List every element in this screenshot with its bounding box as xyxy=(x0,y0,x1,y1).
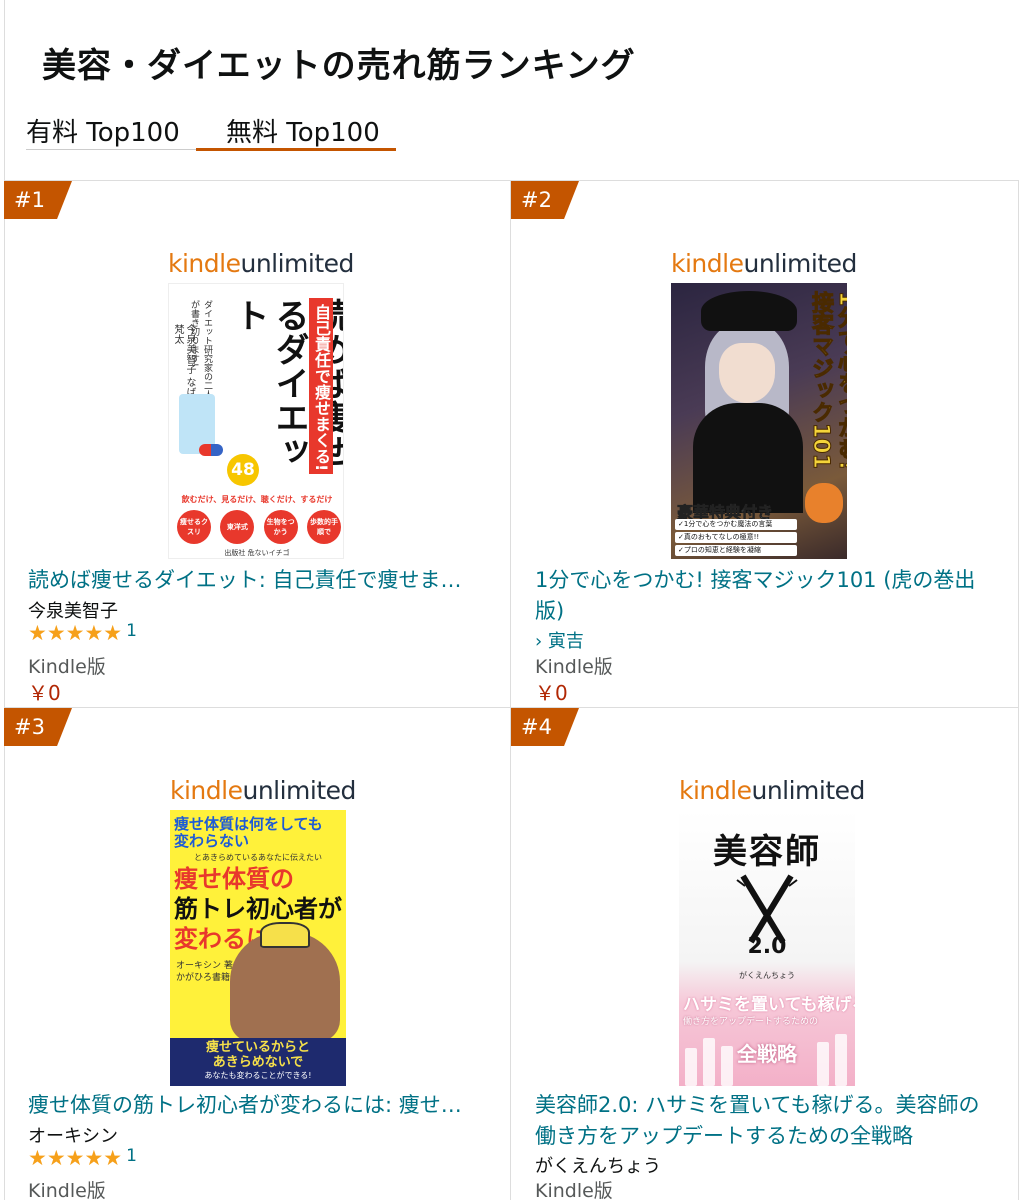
book-price: ￥0 xyxy=(28,681,61,705)
book-format: Kindle版 xyxy=(535,656,613,678)
review-count-link[interactable]: 1 xyxy=(126,621,137,641)
ranking-grid: #1 kindleunlimited 今泉美智子 なば梵太 ダイエット研究家の二… xyxy=(4,180,1019,1200)
book-author: がくえんちょう xyxy=(535,1156,661,1177)
book-author-link[interactable]: › 寅吉 xyxy=(535,627,584,653)
review-count-link[interactable]: 1 xyxy=(126,1146,137,1166)
rank-badge: #2 xyxy=(511,181,579,219)
book-cover-image: 美容師 2.0 がくえんちょう ハサミを置いても稼げる! 働き方を xyxy=(679,810,855,1086)
book-title-link[interactable]: 1分で心をつかむ! 接客マジック101 (虎の巻出 版) xyxy=(535,565,975,627)
rank-badge: #1 xyxy=(4,181,72,219)
book-author: オーキシン xyxy=(28,1126,118,1147)
book-cover-link[interactable]: kindleunlimited 1分で心をつかむ!接客マジック101 豪華特典付… xyxy=(671,249,861,559)
ranking-card: #3 kindleunlimited 痩せ体質は何をしても 変わらない とあきらめ… xyxy=(4,708,511,1200)
tab-paid-top100[interactable]: 有料 Top100 xyxy=(26,112,180,149)
book-title-link[interactable]: 痩せ体質の筋トレ初心者が変わるには: 痩せ… xyxy=(28,1090,462,1121)
kindle-unlimited-logo: kindleunlimited xyxy=(170,776,356,805)
ranking-card: #4 kindleunlimited 美容師 2.0 がくえんちょう ハサミを置… xyxy=(511,708,1019,1200)
star-rating[interactable]: ★★★★★ 1 xyxy=(28,1146,137,1170)
star-icons: ★★★★★ xyxy=(28,621,123,645)
ranking-card: #2 kindleunlimited 1分で心をつかむ!接客マジック101 豪華… xyxy=(511,181,1019,708)
tab-free-top100[interactable]: 無料 Top100 xyxy=(226,112,380,149)
ranking-card: #1 kindleunlimited 今泉美智子 なば梵太 ダイエット研究家の二… xyxy=(4,181,511,708)
book-cover-link[interactable]: kindleunlimited 痩せ体質は何をしても 変わらない とあきらめている… xyxy=(170,776,360,1086)
rank-badge: #3 xyxy=(4,708,72,746)
kindle-unlimited-logo: kindleunlimited xyxy=(168,249,354,278)
book-title-link[interactable]: 美容師2.0: ハサミを置いても稼げる。美容師の 働き方をアップデートするための全… xyxy=(535,1090,979,1152)
book-cover-link[interactable]: kindleunlimited 美容師 2.0 がくえんちょう ハサミを置いても… xyxy=(679,776,869,1086)
kindle-unlimited-logo: kindleunlimited xyxy=(679,776,865,805)
star-icons: ★★★★★ xyxy=(28,1146,123,1170)
book-format: Kindle版 xyxy=(535,1180,613,1200)
book-title-link[interactable]: 読めば痩せるダイエット: 自己責任で痩せま… xyxy=(28,565,462,596)
tab-underline xyxy=(26,149,196,150)
kindle-unlimited-logo: kindleunlimited xyxy=(671,249,857,278)
ranking-tabs: 有料 Top100 無料 Top100 xyxy=(26,112,398,154)
rank-badge: #4 xyxy=(511,708,579,746)
page-title: 美容・ダイエットの売れ筋ランキング xyxy=(42,46,636,86)
book-format: Kindle版 xyxy=(28,656,106,678)
book-price: ￥0 xyxy=(535,681,568,705)
book-cover-image: 今泉美智子 なば梵太 ダイエット研究家の二人が書き切ります! 読めば痩せるダイエ… xyxy=(168,283,344,559)
tab-active-indicator xyxy=(196,148,396,151)
book-cover-image: 痩せ体質は何をしても 変わらない とあきらめているあなたに伝えたい 痩せ体質の 筋ト… xyxy=(170,810,346,1086)
book-cover-image: 1分で心をつかむ!接客マジック101 豪華特典付き ✓1分で心をつかむ魔法の言葉… xyxy=(671,283,847,559)
star-rating[interactable]: ★★★★★ 1 xyxy=(28,621,137,645)
book-format: Kindle版 xyxy=(28,1180,106,1200)
book-author: 今泉美智子 xyxy=(28,601,118,622)
book-cover-link[interactable]: kindleunlimited 今泉美智子 なば梵太 ダイエット研究家の二人が書… xyxy=(168,249,358,559)
